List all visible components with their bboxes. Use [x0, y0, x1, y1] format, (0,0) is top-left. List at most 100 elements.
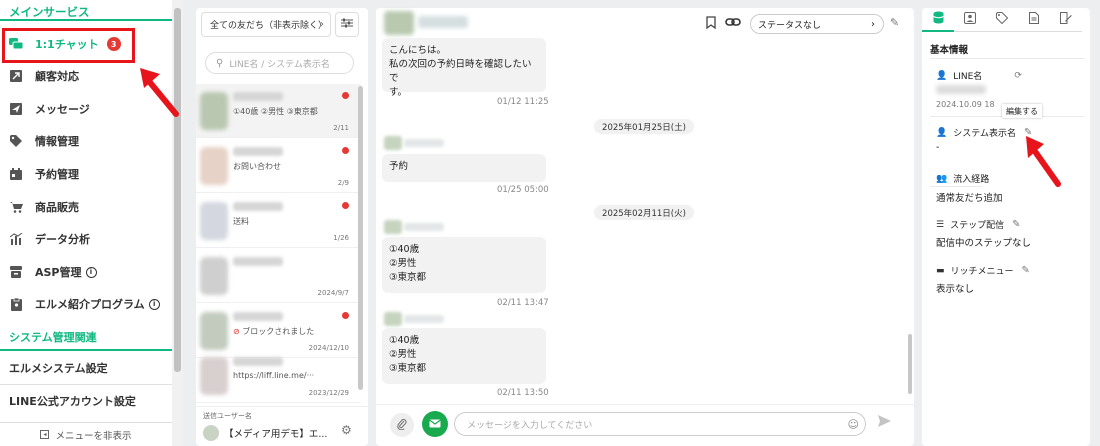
sidebar-item-reservation[interactable]: 予約管理 [0, 158, 172, 190]
friend-date: 2/11 [333, 124, 349, 132]
clipboard-icon [9, 297, 23, 311]
tag-icon [996, 12, 1009, 27]
message-sender-name [404, 223, 444, 231]
chat-scrollbar[interactable] [908, 334, 912, 394]
pencil-icon[interactable]: ✎ [890, 16, 899, 29]
tab-document[interactable] [1018, 8, 1050, 32]
friend-last-message: 送料 [233, 217, 249, 226]
avatar [200, 357, 228, 395]
search-icon: ⚲ [216, 57, 224, 69]
customer-info-panel: 基本情報 👤 LINE名 ⟳ 2024.10.09 18 👤 システム表示名 ✎… [922, 8, 1090, 446]
label-text: リッチメニュー [950, 267, 1014, 277]
system-name-label: 👤 システム表示名 ✎ [936, 126, 1032, 139]
app-root: メインサービス 1:1チャット 3 顧客対応 メッセージ 情報管理 予約管理 商… [0, 0, 1100, 446]
friend-name [233, 357, 283, 366]
friend-row[interactable]: 2024/9/7 [196, 249, 361, 303]
friends-panel: 全ての友だち（非表示除く） › ⚲ LINE名 / システム表示名 ①40歳 ②… [196, 8, 368, 446]
message-bubble: こんにちは。 私の次回の予約日時を確認したいで す。 [382, 38, 546, 98]
message-bubble: ①40歳 ②男性 ③東京都 [382, 237, 546, 293]
message-input-placeholder: メッセージを入力してください [467, 420, 593, 431]
blocked-text: ブロックされました [242, 327, 315, 336]
paperclip-icon [397, 418, 407, 433]
tray-icon [9, 265, 23, 279]
friends-scrollbar[interactable] [358, 86, 363, 390]
emoji-icon[interactable]: ☺ [848, 418, 859, 431]
line-name-value [936, 85, 986, 94]
divider [930, 186, 982, 187]
chat-user-name [418, 16, 468, 28]
contact-card-icon [964, 12, 976, 27]
paper-plane-icon [9, 102, 23, 116]
avatar [200, 257, 228, 295]
pencil-icon[interactable]: ✎ [1022, 265, 1030, 276]
filter-settings-button[interactable] [335, 12, 359, 37]
sidebar-item-elme-settings[interactable]: エルメシステム設定 [0, 352, 172, 384]
tab-tags[interactable] [986, 8, 1018, 32]
message-text: ②男性 [389, 349, 417, 360]
pencil-icon[interactable]: ✎ [1012, 219, 1020, 230]
info-icon[interactable]: i [85, 266, 97, 278]
send-icon[interactable] [878, 415, 891, 430]
message-time: 02/11 13:47 [497, 298, 549, 308]
step-label: ☰ ステップ配信 ✎ [936, 218, 1020, 231]
sender-selector[interactable]: 送信ユーザー名 【メディア用デモ】エ... ⚙ [196, 406, 368, 446]
tab-profile[interactable] [954, 8, 986, 32]
chevron-right-icon: › [871, 18, 875, 30]
tab-edit-note[interactable] [1050, 8, 1082, 32]
list-icon: ☰ [936, 219, 945, 230]
route-value: 通常友だち追加 [936, 193, 1003, 204]
avatar [200, 202, 228, 240]
rich-menu-value: 表示なし [936, 284, 975, 295]
sidebar-item-info[interactable]: 情報管理 [0, 125, 172, 157]
system-name-value: - [936, 142, 940, 153]
rich-menu-label: ▬ リッチメニュー ✎ [936, 264, 1030, 277]
gear-icon[interactable]: ⚙ [341, 423, 352, 437]
friend-row[interactable]: ①40歳 ②男性 ③東京都 2/11 [196, 84, 361, 138]
link-icon[interactable] [725, 16, 741, 31]
friend-date: 1/26 [333, 234, 349, 242]
sender-name: 【メディア用デモ】エ... [224, 429, 328, 440]
status-select[interactable]: ステータスなし › [750, 14, 884, 34]
friend-name [233, 202, 283, 211]
refresh-icon[interactable]: ⟳ [1014, 71, 1022, 81]
message-bubble: ①40歳 ②男性 ③東京都 [382, 328, 546, 384]
sidebar-item-analytics[interactable]: データ分析 [0, 223, 172, 255]
friend-last-message: https://liff.line.me/··· [233, 371, 315, 380]
edit-tooltip: 編集する [1002, 104, 1042, 118]
label-text: システム表示名 [953, 129, 1016, 139]
friend-search-input[interactable]: ⚲ LINE名 / システム表示名 [205, 52, 354, 74]
friend-row[interactable]: 送料 1/26 [196, 194, 361, 248]
arrow-annotation [140, 68, 179, 117]
avatar [200, 92, 228, 130]
friend-name [233, 147, 283, 156]
friend-date: 2023/12/29 [308, 389, 349, 397]
info-icon[interactable]: i [148, 298, 160, 310]
message-input[interactable]: メッセージを入力してください ☺ [454, 412, 866, 436]
sidebar-item-sales[interactable]: 商品販売 [0, 191, 172, 223]
label-text: LINE名 [953, 72, 983, 82]
message-text: 私の次回の予約日時を確認したいで [389, 59, 532, 84]
message-text: ③東京都 [389, 363, 427, 374]
document-icon [1029, 12, 1039, 27]
sidebar-scrollbar-thumb[interactable] [174, 8, 181, 372]
sidebar-item-label: データ分析 [35, 233, 90, 246]
envelope-icon [429, 417, 441, 431]
sidebar-item-referral[interactable]: エルメ紹介プログラム i [0, 288, 172, 320]
message-composer: メッセージを入力してください ☺ [376, 404, 914, 446]
friend-row[interactable]: お問い合わせ 2/9 [196, 139, 361, 193]
bookmark-icon[interactable] [706, 16, 716, 32]
friend-filter-select[interactable]: 全ての友だち（非表示除く） › [201, 12, 331, 37]
sidebar-item-line-settings[interactable]: LINE公式アカウント設定 [0, 385, 172, 417]
friend-name [233, 92, 283, 101]
template-button[interactable] [422, 411, 448, 437]
user-icon: 👤 [936, 70, 948, 81]
friend-row[interactable]: https://liff.line.me/··· 2023/12/29 [196, 349, 361, 403]
sidebar-item-asp[interactable]: ASP管理 i [0, 256, 172, 288]
cart-icon [9, 200, 23, 214]
unread-dot [342, 312, 349, 319]
hide-menu-button[interactable]: ◂ メニューを非表示 [0, 422, 172, 446]
tab-database[interactable] [922, 8, 954, 32]
message-sender-name [404, 315, 444, 323]
attach-button[interactable] [390, 413, 414, 437]
friend-last-message: ⊘ ブロックされました [233, 326, 314, 337]
